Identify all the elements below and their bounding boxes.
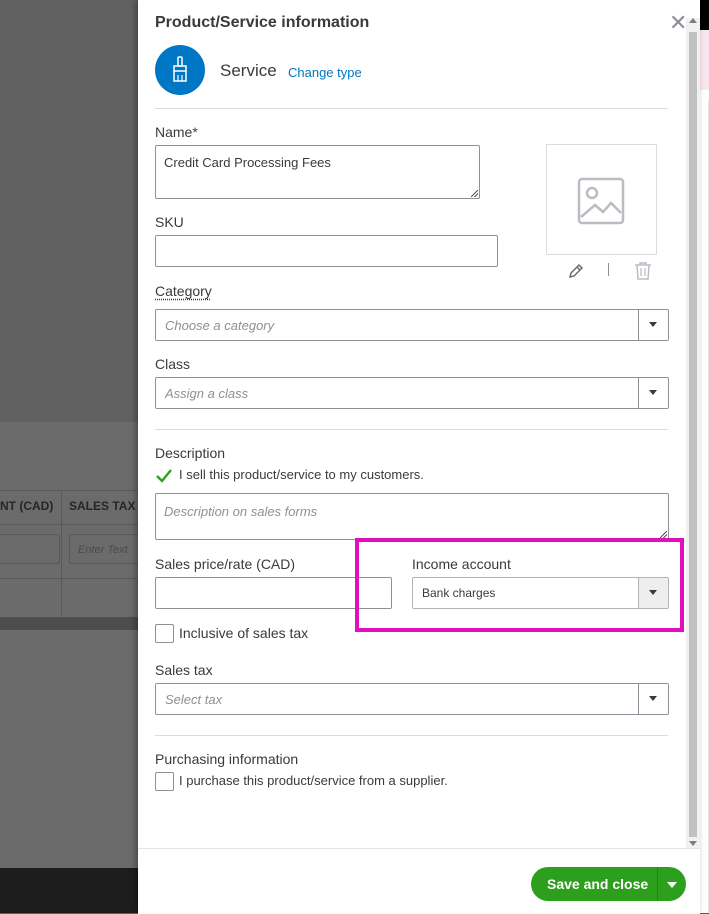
sell-checkbox[interactable] [155, 467, 173, 490]
dropdown-button[interactable] [638, 378, 668, 408]
close-icon[interactable]: ✕ [669, 12, 687, 34]
background-footer [0, 868, 138, 913]
caret-down-icon [649, 696, 657, 701]
sales-tax-placeholder: Select tax [165, 692, 223, 707]
class-placeholder: Assign a class [165, 386, 249, 401]
description-label: Description [155, 445, 226, 461]
inclusive-tax-label: Inclusive of sales tax [179, 625, 309, 641]
panel-title: Product/Service information [155, 14, 370, 31]
background-table [0, 422, 138, 868]
dropdown-button[interactable] [638, 684, 668, 714]
category-select[interactable]: Choose a category [155, 309, 669, 341]
purchase-checkbox-label: I purchase this product/service from a s… [179, 773, 448, 788]
sales-description-field[interactable]: Description on sales forms [155, 493, 669, 540]
background-input [0, 534, 60, 564]
category-placeholder: Choose a category [165, 318, 275, 333]
purchasing-label: Purchasing information [155, 751, 299, 767]
dropdown-button[interactable] [638, 310, 668, 340]
caret-down-icon [649, 322, 657, 327]
background-overlay [0, 0, 138, 422]
image-placeholder-icon [577, 177, 625, 225]
background-divider [61, 490, 62, 616]
background-input: Enter Text [69, 534, 138, 564]
purchase-checkbox[interactable] [155, 772, 174, 791]
sales-price-label: Sales price/rate (CAD) [155, 556, 296, 572]
background-bar [0, 617, 138, 630]
paintbrush-icon [155, 45, 205, 95]
inclusive-tax-checkbox[interactable] [155, 624, 174, 643]
save-and-close-button[interactable]: Save and close [531, 867, 686, 901]
save-and-close-label: Save and close [547, 876, 649, 892]
resize-grip[interactable] [471, 190, 478, 197]
background-col-header: NT (CAD) [0, 499, 54, 513]
scroll-up-arrow[interactable] [689, 18, 697, 23]
edit-pencil-icon[interactable] [567, 262, 585, 285]
background-divider [0, 578, 138, 579]
sku-label: SKU [155, 214, 184, 230]
sell-checkbox-label: I sell this product/service to my custom… [179, 467, 424, 482]
divider [155, 735, 668, 736]
sku-field[interactable] [155, 235, 498, 267]
divider [155, 429, 668, 430]
caret-down-icon [649, 390, 657, 395]
sales-tax-select[interactable]: Select tax [155, 683, 669, 715]
checkmark-icon [156, 469, 172, 483]
category-label: Category [155, 283, 212, 299]
background-corner [700, 0, 709, 30]
caret-down-icon[interactable] [667, 882, 677, 888]
highlight-box [355, 538, 684, 632]
name-label: Name* [155, 124, 198, 140]
trash-icon[interactable] [634, 261, 652, 286]
background-col-header: SALES TAX [69, 499, 136, 513]
item-type-label: Service [220, 61, 277, 80]
panel-scrollbar[interactable] [686, 18, 700, 848]
class-label: Class [155, 356, 191, 372]
button-divider [657, 867, 658, 901]
sales-description-placeholder: Description on sales forms [164, 504, 318, 519]
name-field[interactable]: Credit Card Processing Fees [155, 145, 480, 199]
change-type-link[interactable]: Change type [288, 65, 362, 80]
icon-separator [608, 263, 609, 276]
divider [155, 108, 668, 109]
image-upload-box[interactable] [546, 144, 657, 255]
scrollbar-thumb[interactable] [689, 32, 697, 837]
resize-grip[interactable] [660, 531, 667, 538]
sales-tax-label: Sales tax [155, 662, 213, 678]
background-right-edge [700, 0, 709, 913]
scroll-down-arrow[interactable] [689, 841, 697, 846]
class-select[interactable]: Assign a class [155, 377, 669, 409]
